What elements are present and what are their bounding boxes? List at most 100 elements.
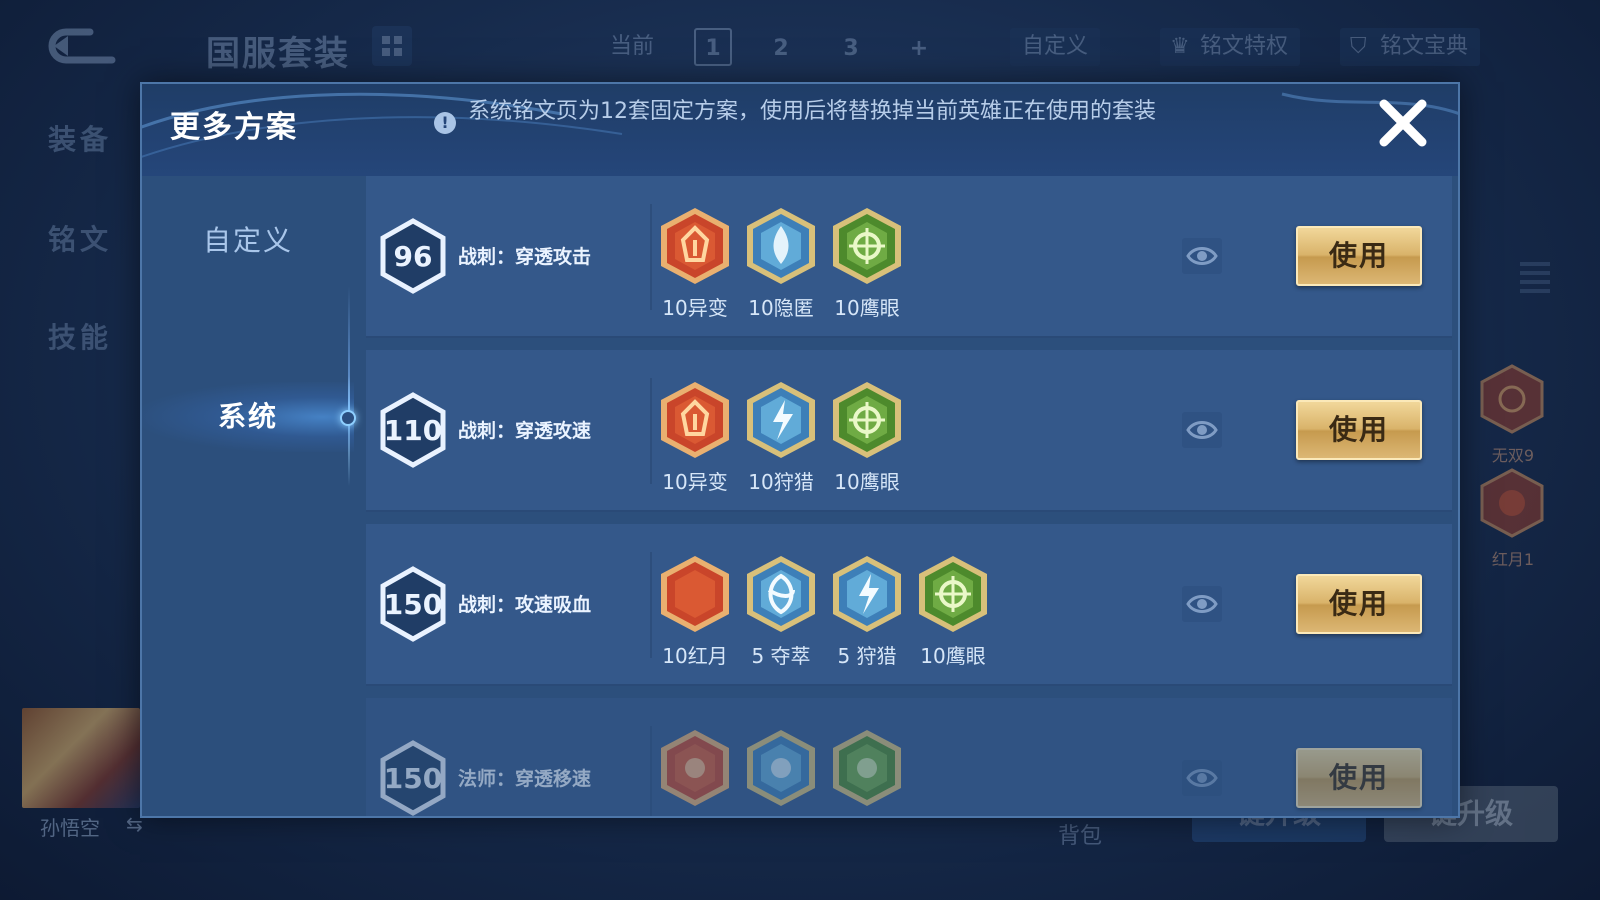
back-icon[interactable] bbox=[42, 26, 122, 66]
tab-current[interactable]: 当前 bbox=[598, 28, 666, 66]
close-icon bbox=[1379, 99, 1427, 147]
scheme-row: 150 法师：穿透移速 使用 bbox=[366, 698, 1452, 816]
grid-icon[interactable] bbox=[372, 26, 412, 66]
eye-icon bbox=[1186, 769, 1218, 787]
close-button[interactable] bbox=[1376, 96, 1430, 150]
rune-privilege-button[interactable]: ♛ 铭文特权 bbox=[1160, 28, 1301, 66]
blue-stealth-rune-icon bbox=[738, 206, 824, 286]
level-badge: 150 bbox=[380, 566, 446, 642]
level-badge: 96 bbox=[380, 218, 446, 294]
tab-system-schemes[interactable]: 系统 bbox=[142, 382, 354, 452]
rune-label: 10鹰眼 bbox=[834, 470, 900, 494]
rune-slot[interactable]: 10鹰眼 bbox=[824, 206, 910, 321]
rune-label: 10异变 bbox=[662, 296, 728, 320]
preview-button[interactable] bbox=[1182, 760, 1222, 796]
more-schemes-modal: 更多方案 ! 系统铭文页为12套固定方案，使用后将替换掉当前英雄正在使用的套装 … bbox=[140, 82, 1460, 818]
rune-slot[interactable]: 10鹰眼 bbox=[824, 380, 910, 495]
preview-button[interactable] bbox=[1182, 412, 1222, 448]
level-number: 96 bbox=[393, 240, 433, 273]
rune-slot[interactable]: 5 狩猎 bbox=[824, 554, 910, 669]
use-button[interactable]: 使用 bbox=[1296, 226, 1422, 286]
preview-button[interactable] bbox=[1182, 586, 1222, 622]
use-button[interactable]: 使用 bbox=[1296, 574, 1422, 634]
modal-title: 更多方案 bbox=[170, 110, 298, 145]
rune-slot[interactable]: 10异变 bbox=[652, 380, 738, 495]
rune-slot[interactable]: 10红月 bbox=[652, 554, 738, 669]
red-mutation-rune-icon bbox=[652, 380, 738, 460]
rune-label: 5 夺萃 bbox=[751, 644, 811, 668]
tab-custom-schemes[interactable]: 自定义 bbox=[142, 206, 354, 276]
rune-slot[interactable]: 10鹰眼 bbox=[910, 554, 996, 669]
rune-label: 10鹰眼 bbox=[920, 644, 986, 668]
bag-label[interactable]: 背包 bbox=[1058, 818, 1102, 850]
red-rune-icon bbox=[652, 728, 738, 808]
level-badge: 150 bbox=[380, 740, 446, 816]
scheme-row: 150 战刺：攻速吸血 10红月 5 夺萃 5 狩猎 10鹰眼 使用 bbox=[366, 524, 1452, 686]
scheme-row: 96 战刺：穿透攻击 10异变 10隐匿 10鹰眼 使用 bbox=[366, 176, 1452, 338]
preview-button[interactable] bbox=[1182, 238, 1222, 274]
green-hawkeye-rune-icon bbox=[910, 554, 996, 634]
drawer-handle-icon[interactable] bbox=[1520, 262, 1550, 296]
scheme-name: 法师：穿透移速 bbox=[458, 768, 592, 790]
rune-label: 5 狩猎 bbox=[837, 644, 897, 668]
decorative-swirl-icon bbox=[142, 92, 1458, 158]
scheme-name: 战刺：穿透攻击 bbox=[458, 246, 592, 268]
eye-icon bbox=[1186, 595, 1218, 613]
rune-codex-button[interactable]: ⛉ 铭文宝典 bbox=[1340, 28, 1481, 66]
add-page-button[interactable]: + bbox=[900, 28, 938, 66]
rune-label: 10狩猎 bbox=[748, 470, 814, 494]
use-button[interactable]: 使用 bbox=[1296, 748, 1422, 808]
crown-icon: ♛ bbox=[1170, 34, 1190, 59]
green-hawkeye-rune-icon bbox=[824, 206, 910, 286]
tab-page-2[interactable]: 2 bbox=[762, 28, 800, 66]
level-number: 150 bbox=[383, 762, 443, 795]
red-redmoon-rune-icon bbox=[652, 554, 738, 634]
rune-label: 10隐匿 bbox=[748, 296, 814, 320]
blue-hunt-rune-icon bbox=[738, 380, 824, 460]
rune-label: 10异变 bbox=[662, 470, 728, 494]
red-moon-rune-icon bbox=[1480, 468, 1544, 538]
scheme-row: 110 战刺：穿透攻速 10异变 10狩猎 10鹰眼 使用 bbox=[366, 350, 1452, 512]
top-bar: 国服套装 当前 1 2 3 + 自定义 ♛ 铭文特权 ⛉ 铭文宝典 bbox=[0, 22, 1600, 74]
rune-slot[interactable] bbox=[652, 728, 738, 814]
level-badge: 110 bbox=[380, 392, 446, 468]
red-mutation-rune-icon bbox=[652, 206, 738, 286]
level-number: 150 bbox=[383, 588, 443, 621]
scheme-name: 战刺：穿透攻速 bbox=[458, 420, 592, 442]
scheme-category-sidebar: 自定义 系统 bbox=[142, 176, 356, 816]
scheme-name: 战刺：攻速吸血 bbox=[458, 594, 592, 616]
info-text: 系统铭文页为12套固定方案，使用后将替换掉当前英雄正在使用的套装 bbox=[468, 99, 1156, 124]
rune-privilege-label: 铭文特权 bbox=[1200, 34, 1289, 59]
info-icon: ! bbox=[434, 112, 456, 134]
rune-slot[interactable] bbox=[738, 728, 824, 814]
rune-label: 10红月 bbox=[662, 644, 728, 668]
eye-icon bbox=[1186, 421, 1218, 439]
nav-skills[interactable]: 技能 bbox=[48, 316, 112, 356]
modal-header: 更多方案 ! 系统铭文页为12套固定方案，使用后将替换掉当前英雄正在使用的套装 bbox=[142, 84, 1458, 176]
hero-name: 孙悟空 bbox=[40, 816, 100, 840]
rune-slot[interactable]: 10异变 bbox=[652, 206, 738, 321]
hero-portrait[interactable] bbox=[22, 708, 140, 808]
nav-runes[interactable]: 铭文 bbox=[48, 218, 112, 258]
tab-page-1[interactable]: 1 bbox=[694, 28, 732, 66]
tab-custom[interactable]: 自定义 bbox=[1010, 28, 1101, 66]
rune-label: 10鹰眼 bbox=[834, 296, 900, 320]
rune-slot[interactable] bbox=[824, 728, 910, 814]
page-title: 国服套装 bbox=[206, 34, 350, 74]
rune-slot[interactable]: 10狩猎 bbox=[738, 380, 824, 495]
scheme-list[interactable]: 96 战刺：穿透攻击 10异变 10隐匿 10鹰眼 使用 110 战刺：穿透攻速 10异变 10狩… bbox=[366, 176, 1452, 816]
green-rune-icon bbox=[824, 728, 910, 808]
side-rune-label: 红月1 bbox=[1491, 550, 1535, 569]
level-number: 110 bbox=[383, 414, 443, 447]
eye-icon bbox=[1186, 247, 1218, 265]
rune-codex-label: 铭文宝典 bbox=[1380, 34, 1469, 59]
nav-equipment[interactable]: 装备 bbox=[48, 118, 112, 158]
blue-plunder-rune-icon bbox=[738, 554, 824, 634]
blue-rune-icon bbox=[738, 728, 824, 808]
use-button[interactable]: 使用 bbox=[1296, 400, 1422, 460]
active-tab-indicator bbox=[340, 410, 356, 426]
rune-slot[interactable]: 10隐匿 bbox=[738, 206, 824, 321]
tab-page-3[interactable]: 3 bbox=[832, 28, 870, 66]
rune-slot[interactable]: 5 夺萃 bbox=[738, 554, 824, 669]
blue-hunt-rune-icon bbox=[824, 554, 910, 634]
